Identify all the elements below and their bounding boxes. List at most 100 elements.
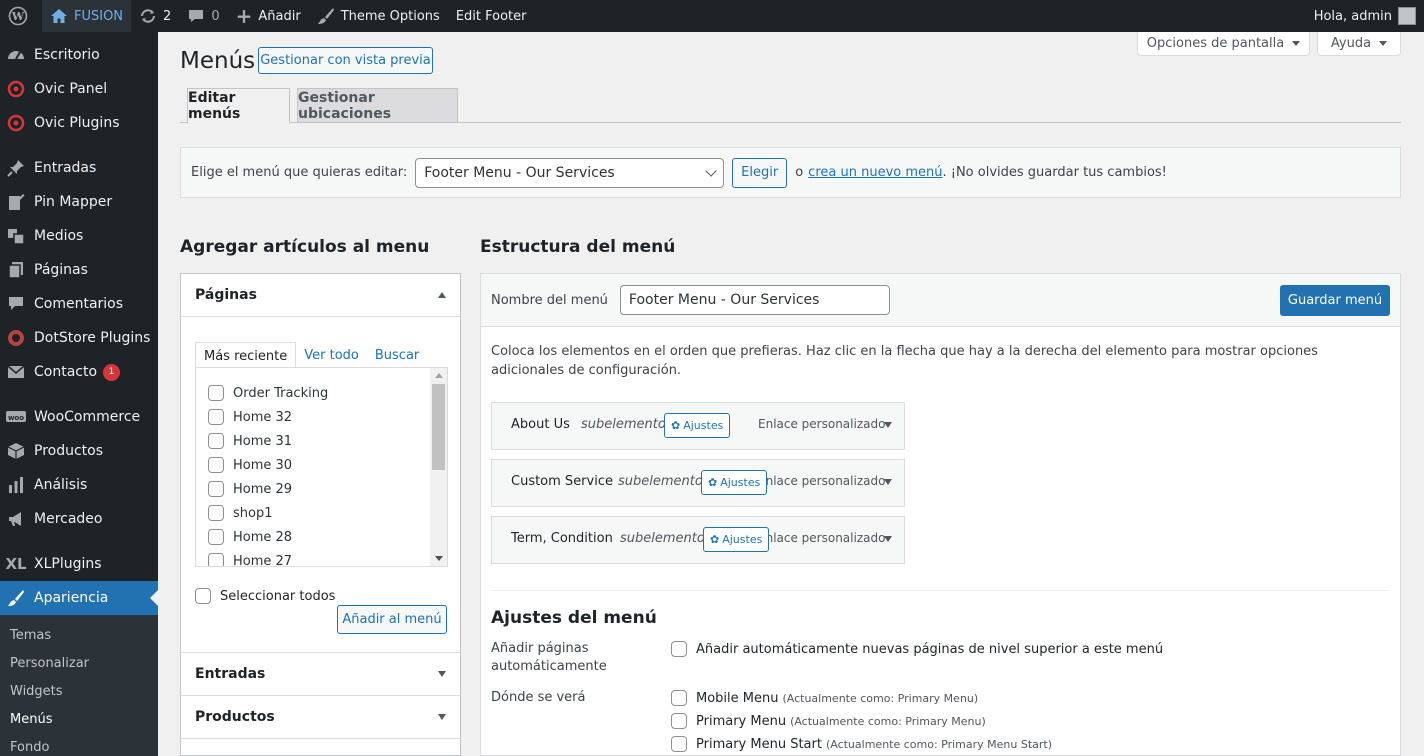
sidebar-item-escritorio[interactable]: Escritorio bbox=[0, 38, 158, 72]
add-new-button[interactable]: + Añadir bbox=[228, 0, 309, 32]
comments-button[interactable]: 0 bbox=[179, 0, 227, 32]
submenu-item-widgets[interactable]: Widgets bbox=[0, 677, 158, 705]
settings-button[interactable]: ✿ Ajustes bbox=[701, 470, 768, 495]
save-menu-button[interactable]: Guardar menú bbox=[1280, 284, 1390, 316]
menu-select[interactable]: Footer Menu - Our Services bbox=[415, 157, 725, 188]
sidebar-item-paginas[interactable]: Páginas bbox=[0, 253, 158, 287]
wordpress-logo-button[interactable]: W bbox=[0, 0, 42, 32]
site-name: FUSION bbox=[74, 8, 124, 24]
list-item[interactable]: Home 27 bbox=[196, 549, 447, 566]
list-item[interactable]: Home 28 bbox=[196, 525, 447, 549]
notification-badge: 1 bbox=[103, 363, 121, 381]
updates-button[interactable]: 2 bbox=[131, 0, 179, 32]
settings-button[interactable]: ✿ Ajustes bbox=[664, 413, 731, 438]
sidebar-item-label: Mercadeo bbox=[34, 511, 103, 527]
menu-edit-panel: Nombre del menú Footer Menu - Our Servic… bbox=[480, 273, 1401, 756]
scroll-down-icon[interactable] bbox=[435, 556, 443, 561]
appearance-submenu: Temas Personalizar Widgets Menús Fondo bbox=[0, 615, 158, 756]
auto-add-option[interactable]: Añadir automáticamente nuevas páginas de… bbox=[671, 641, 1163, 657]
caret-down-icon[interactable] bbox=[884, 536, 892, 542]
list-item[interactable]: Home 29 bbox=[196, 477, 447, 501]
posts-section-header[interactable]: Entradas bbox=[181, 653, 460, 696]
more-section-header[interactable] bbox=[181, 739, 460, 755]
page-label: Home 30 bbox=[233, 457, 293, 473]
caret-down-icon[interactable] bbox=[884, 479, 892, 485]
sidebar-item-woocommerce[interactable]: woo WooCommerce bbox=[0, 400, 158, 434]
sidebar-item-productos[interactable]: Productos bbox=[0, 434, 158, 468]
tab-edit-menus[interactable]: Editar menús bbox=[187, 88, 290, 124]
location-label: Dónde se verá bbox=[491, 690, 586, 705]
sidebar-item-contacto[interactable]: Contacto 1 bbox=[0, 355, 158, 389]
submenu-item-fondo[interactable]: Fondo bbox=[0, 733, 158, 756]
choose-button[interactable]: Elegir bbox=[732, 157, 788, 188]
scroll-up-icon[interactable] bbox=[435, 373, 443, 378]
sidebar-item-mercadeo[interactable]: Mercadeo bbox=[0, 502, 158, 536]
menu-item-term-condition[interactable]: Term, Condition subelemento Enlace perso… bbox=[491, 516, 905, 564]
sidebar-item-pin-mapper[interactable]: Pin Mapper bbox=[0, 185, 158, 219]
menu-select-value: Footer Menu - Our Services bbox=[424, 164, 615, 181]
products-section-header[interactable]: Productos bbox=[181, 696, 460, 739]
list-item[interactable]: Order Tracking bbox=[196, 381, 447, 405]
checkbox[interactable] bbox=[208, 553, 224, 566]
edit-footer-label: Edit Footer bbox=[455, 8, 527, 24]
menu-name-input[interactable]: Footer Menu - Our Services bbox=[619, 285, 890, 315]
sidebar-item-entradas[interactable]: Entradas bbox=[0, 151, 158, 185]
sidebar-item-ovic-panel[interactable]: Ovic Panel bbox=[0, 72, 158, 106]
checkbox[interactable] bbox=[208, 505, 224, 521]
auto-add-checkbox[interactable] bbox=[671, 641, 687, 657]
settings-button[interactable]: ✿ Ajustes bbox=[703, 527, 770, 552]
submenu-item-menus[interactable]: Menús bbox=[0, 705, 158, 733]
theme-options-button[interactable]: Theme Options bbox=[309, 0, 448, 32]
manage-preview-button[interactable]: Gestionar con vista previa bbox=[258, 47, 433, 74]
brush-icon bbox=[317, 8, 334, 24]
sidebar-item-label: Comentarios bbox=[34, 296, 124, 312]
menu-item-about-us[interactable]: About Us subelemento ✿ Ajustes Enlace per… bbox=[491, 402, 905, 450]
sidebar-item-analisis[interactable]: Análisis bbox=[0, 468, 158, 502]
scroll-thumb[interactable] bbox=[432, 384, 445, 470]
account-menu[interactable]: Hola, admin bbox=[1306, 0, 1424, 32]
select-all-checkbox[interactable] bbox=[195, 588, 211, 604]
location-checkbox[interactable] bbox=[671, 690, 687, 706]
posts-section-title: Entradas bbox=[195, 666, 266, 682]
checkbox[interactable] bbox=[208, 433, 224, 449]
screen-options-button[interactable]: Opciones de pantalla bbox=[1137, 32, 1310, 56]
list-item[interactable]: Home 30 bbox=[196, 453, 447, 477]
checkbox[interactable] bbox=[208, 457, 224, 473]
list-item[interactable]: shop1 bbox=[196, 501, 447, 525]
location-checkbox[interactable] bbox=[671, 713, 687, 729]
submenu-item-temas[interactable]: Temas bbox=[0, 621, 158, 649]
help-button[interactable]: Ayuda bbox=[1317, 32, 1401, 56]
site-name-button[interactable]: FUSION bbox=[42, 0, 132, 32]
add-to-menu-button[interactable]: Añadir al menú bbox=[337, 605, 447, 634]
sidebar-item-medios[interactable]: Medios bbox=[0, 219, 158, 253]
checkbox[interactable] bbox=[208, 529, 224, 545]
location-option-mobile[interactable]: Mobile Menu (Actualmente como: Primary M… bbox=[671, 690, 978, 706]
location-checkbox[interactable] bbox=[671, 736, 687, 752]
submenu-item-personalizar[interactable]: Personalizar bbox=[0, 649, 158, 677]
woo-icon: woo bbox=[6, 407, 26, 427]
sidebar-item-dotstore-plugins[interactable]: DotStore Plugins bbox=[0, 321, 158, 355]
scrollbar[interactable] bbox=[430, 368, 447, 566]
select-all[interactable]: Seleccionar todos bbox=[195, 588, 335, 604]
menu-item-custom-service[interactable]: Custom Service subelemento Enlace person… bbox=[491, 459, 905, 507]
checkbox[interactable] bbox=[208, 385, 224, 401]
plus-icon: + bbox=[235, 4, 253, 28]
list-item[interactable]: Home 31 bbox=[196, 429, 447, 453]
caret-down-icon[interactable] bbox=[884, 422, 892, 428]
checkbox[interactable] bbox=[208, 481, 224, 497]
pages-section-header[interactable]: Páginas bbox=[181, 274, 460, 317]
sidebar-item-ovic-plugins[interactable]: Ovic Plugins bbox=[0, 106, 158, 140]
location-option-primary[interactable]: Primary Menu (Actualmente como: Primary … bbox=[671, 713, 986, 729]
menu-item-title: Custom Service bbox=[511, 474, 613, 489]
sidebar-item-apariencia[interactable]: Apariencia bbox=[0, 581, 158, 615]
list-item[interactable]: Home 32 bbox=[196, 405, 447, 429]
sidebar-item-label: Apariencia bbox=[34, 590, 109, 606]
sidebar-item-comentarios[interactable]: Comentarios bbox=[0, 287, 158, 321]
edit-footer-button[interactable]: Edit Footer bbox=[448, 0, 535, 32]
sidebar-item-xlplugins[interactable]: XL XLPlugins bbox=[0, 547, 158, 581]
checkbox[interactable] bbox=[208, 409, 224, 425]
location-name: Primary Menu Start bbox=[696, 736, 822, 752]
tab-manage-locations[interactable]: Gestionar ubicaciones bbox=[297, 88, 458, 123]
create-menu-link[interactable]: crea un nuevo menú bbox=[808, 165, 942, 180]
location-option-primary-start[interactable]: Primary Menu Start (Actualmente como: Pr… bbox=[671, 736, 1052, 752]
